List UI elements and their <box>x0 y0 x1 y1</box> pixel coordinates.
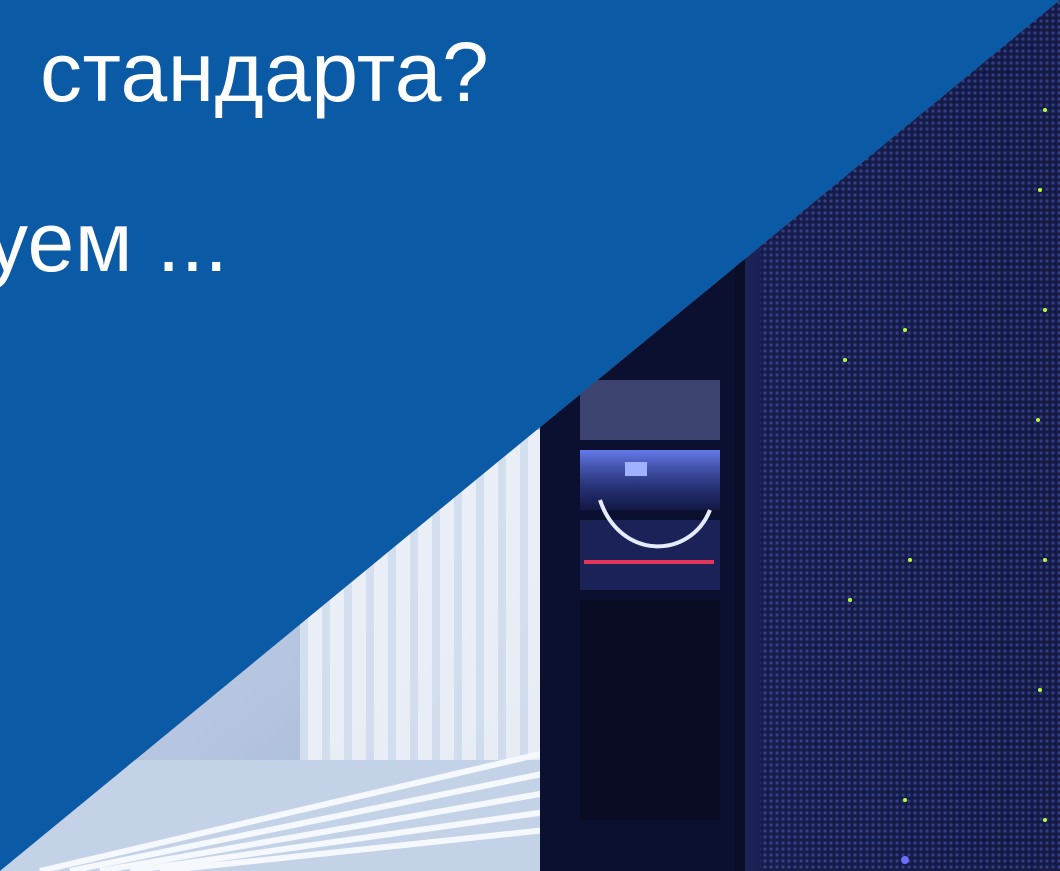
rack-frame <box>735 0 745 871</box>
blue-led <box>901 856 909 864</box>
rack-mesh <box>760 0 1060 871</box>
banner: стандарта? уем ... <box>0 0 1060 871</box>
disk-leds <box>584 560 714 564</box>
server-unit <box>580 380 720 440</box>
server-racks-image <box>0 0 1060 871</box>
rack-bay <box>580 600 720 820</box>
display-panel <box>625 462 647 476</box>
